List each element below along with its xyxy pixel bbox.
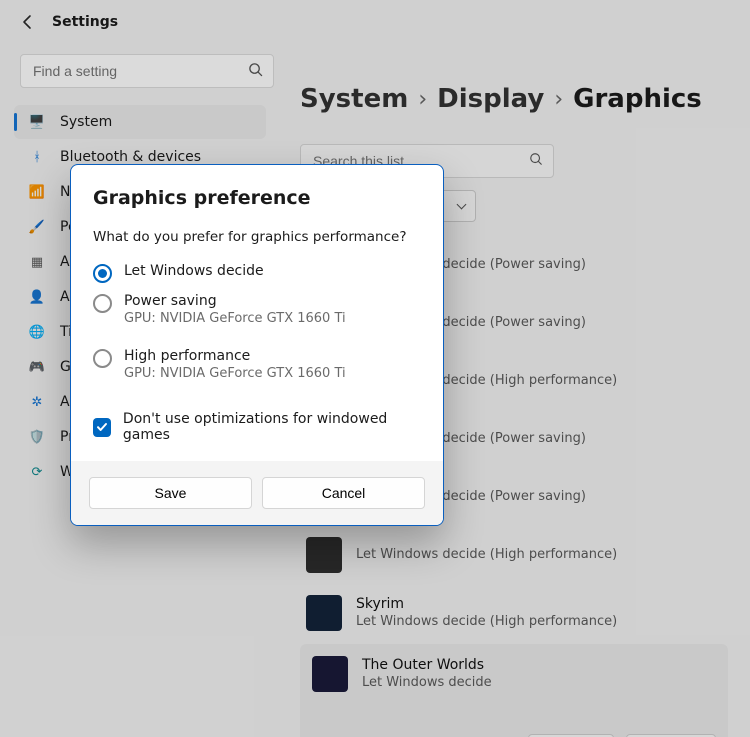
pref-option-let-windows-decide[interactable]: Let Windows decide [93,263,421,283]
radio-icon [93,349,112,368]
option-sub: GPU: NVIDIA GeForce GTX 1660 Ti [124,366,346,381]
option-label: Power saving [124,293,346,309]
windowed-optimizations-checkbox[interactable]: Don't use optimizations for windowed gam… [93,411,421,443]
pref-option-power-saving[interactable]: Power saving GPU: NVIDIA GeForce GTX 1660… [93,293,421,338]
save-button[interactable]: Save [89,477,252,509]
checkbox-label: Don't use optimizations for windowed gam… [123,411,421,443]
dialog-question: What do you prefer for graphics performa… [93,229,421,245]
radio-icon [93,294,112,313]
option-label: High performance [124,348,346,364]
pref-option-high-performance[interactable]: High performance GPU: NVIDIA GeForce GTX … [93,348,421,393]
radio-icon [93,264,112,283]
option-label: Let Windows decide [124,263,264,279]
graphics-preference-dialog: Graphics preference What do you prefer f… [70,164,444,526]
option-sub: GPU: NVIDIA GeForce GTX 1660 Ti [124,311,346,326]
checkbox-checked-icon [93,418,111,437]
dialog-title: Graphics preference [93,187,421,209]
cancel-button[interactable]: Cancel [262,477,425,509]
